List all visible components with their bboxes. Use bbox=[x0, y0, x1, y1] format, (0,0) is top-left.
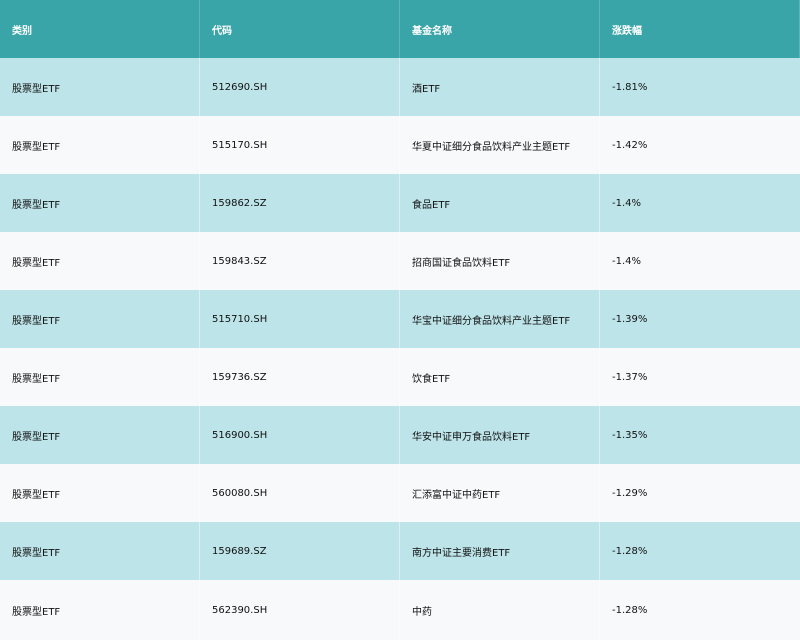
table-row[interactable]: 股票型ETF 512690.SH 酒ETF -1.81% bbox=[0, 58, 800, 116]
table-row[interactable]: 股票型ETF 159862.SZ 食品ETF -1.4% bbox=[0, 174, 800, 232]
cell-code: 159862.SZ bbox=[200, 174, 400, 232]
cell-change: -1.29% bbox=[612, 487, 648, 499]
table-row[interactable]: 股票型ETF 562390.SH 中药 -1.28% bbox=[0, 580, 800, 640]
fund-table: 类别 代码 基金名称 涨跌幅 股票型ETF 512690.SH 酒ETF -1.… bbox=[0, 0, 800, 640]
cell-fund-name: 华宝中证细分食品饮料产业主题ETF bbox=[400, 290, 600, 348]
cell-category: 股票型ETF bbox=[0, 522, 200, 580]
cell-fund-name: 华安中证申万食品饮料ETF bbox=[400, 406, 600, 464]
cell-fund-name: 汇添富中证中药ETF bbox=[400, 464, 600, 522]
cell-category: 股票型ETF bbox=[0, 580, 200, 640]
cell-code: 515170.SH bbox=[200, 116, 400, 174]
table-header: 类别 代码 基金名称 涨跌幅 bbox=[0, 0, 800, 58]
table-row[interactable]: 股票型ETF 516900.SH 华安中证申万食品饮料ETF -1.35% bbox=[0, 406, 800, 464]
cell-change: -1.28% bbox=[612, 604, 648, 616]
cell-change: -1.4% bbox=[612, 197, 642, 209]
cell-code: 512690.SH bbox=[200, 58, 400, 116]
cell-fund-name: 酒ETF bbox=[400, 58, 600, 116]
cell-fund-name: 南方中证主要消费ETF bbox=[400, 522, 600, 580]
cell-fund-name: 华夏中证细分食品饮料产业主题ETF bbox=[400, 116, 600, 174]
cell-code: 159843.SZ bbox=[200, 232, 400, 290]
header-code[interactable]: 代码 bbox=[200, 0, 400, 58]
cell-fund-name: 食品ETF bbox=[400, 174, 600, 232]
cell-code: 515710.SH bbox=[200, 290, 400, 348]
cell-code: 560080.SH bbox=[200, 464, 400, 522]
cell-fund-name: 中药 bbox=[400, 580, 600, 640]
table-row[interactable]: 股票型ETF 159736.SZ 饮食ETF -1.37% bbox=[0, 348, 800, 406]
cell-change: -1.37% bbox=[612, 371, 648, 383]
table-row[interactable]: 股票型ETF 159689.SZ 南方中证主要消费ETF -1.28% bbox=[0, 522, 800, 580]
cell-change: -1.42% bbox=[612, 139, 648, 151]
cell-category: 股票型ETF bbox=[0, 406, 200, 464]
cell-change: -1.4% bbox=[612, 255, 642, 267]
cell-code: 159689.SZ bbox=[200, 522, 400, 580]
cell-category: 股票型ETF bbox=[0, 464, 200, 522]
header-category[interactable]: 类别 bbox=[0, 0, 200, 58]
cell-change: -1.35% bbox=[612, 429, 648, 441]
cell-change: -1.39% bbox=[612, 313, 648, 325]
cell-category: 股票型ETF bbox=[0, 174, 200, 232]
cell-code: 562390.SH bbox=[200, 580, 400, 640]
table-row[interactable]: 股票型ETF 515710.SH 华宝中证细分食品饮料产业主题ETF -1.39… bbox=[0, 290, 800, 348]
cell-fund-name: 招商国证食品饮料ETF bbox=[400, 232, 600, 290]
cell-category: 股票型ETF bbox=[0, 290, 200, 348]
cell-category: 股票型ETF bbox=[0, 232, 200, 290]
cell-category: 股票型ETF bbox=[0, 348, 200, 406]
cell-category: 股票型ETF bbox=[0, 116, 200, 174]
cell-change: -1.28% bbox=[612, 545, 648, 557]
table-row[interactable]: 股票型ETF 515170.SH 华夏中证细分食品饮料产业主题ETF -1.42… bbox=[0, 116, 800, 174]
cell-change: -1.81% bbox=[612, 81, 648, 93]
table-row[interactable]: 股票型ETF 560080.SH 汇添富中证中药ETF -1.29% bbox=[0, 464, 800, 522]
header-fund-name[interactable]: 基金名称 bbox=[400, 0, 600, 58]
cell-category: 股票型ETF bbox=[0, 58, 200, 116]
cell-fund-name: 饮食ETF bbox=[400, 348, 600, 406]
table-row[interactable]: 股票型ETF 159843.SZ 招商国证食品饮料ETF -1.4% bbox=[0, 232, 800, 290]
cell-code: 159736.SZ bbox=[200, 348, 400, 406]
header-change[interactable]: 涨跌幅 bbox=[600, 0, 800, 58]
cell-code: 516900.SH bbox=[200, 406, 400, 464]
